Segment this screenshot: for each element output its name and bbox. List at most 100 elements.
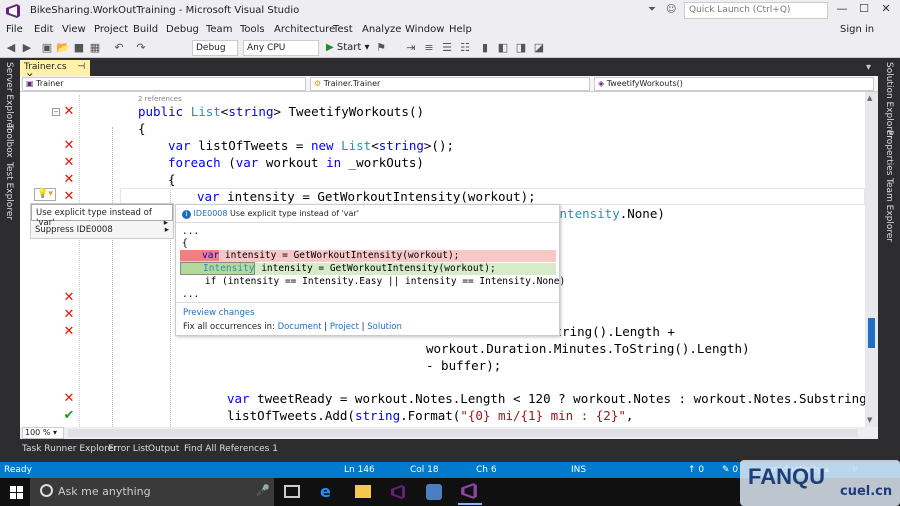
save-icon[interactable]: ■: [72, 41, 86, 55]
window-title: BikeSharing.WorkOutTraining - Microsoft …: [30, 5, 300, 16]
start-button[interactable]: ▶ Start ▾: [326, 42, 370, 53]
close-button[interactable]: ✕: [876, 2, 896, 20]
undo-icon[interactable]: ↶: [112, 41, 126, 55]
save-all-icon[interactable]: ▦: [88, 41, 102, 55]
menu-debug[interactable]: Debug: [166, 24, 199, 35]
forward-icon[interactable]: ▶: [20, 41, 34, 55]
scroll-up-icon[interactable]: ▲: [867, 94, 872, 102]
cortana-icon: [40, 484, 53, 497]
windows-start-icon[interactable]: [10, 486, 23, 499]
new-project-icon[interactable]: ▣: [40, 41, 54, 55]
lightbulb-button[interactable]: 💡▾: [34, 188, 56, 201]
tool-window-tabs: Task Runner Explorer Error List Output F…: [20, 441, 878, 457]
open-file-icon[interactable]: 📂: [56, 41, 70, 55]
config-combo[interactable]: Debug: [192, 40, 238, 56]
comment-icon[interactable]: ☰: [440, 41, 454, 55]
filter-icon[interactable]: ⏷: [648, 4, 656, 15]
minimize-button[interactable]: —: [832, 2, 852, 20]
platform-combo[interactable]: Any CPU: [243, 40, 319, 56]
file-explorer-icon[interactable]: [355, 485, 371, 498]
code-line: string().Length +: [547, 324, 675, 339]
left-side-panel: Server Explorer Toolbox Test Explorer: [0, 58, 18, 441]
solution-explorer-tab[interactable]: Solution Explorer: [884, 62, 894, 139]
project-combo[interactable]: ▣ Trainer: [22, 77, 306, 91]
bookmark-prev-icon[interactable]: ◧: [496, 41, 510, 55]
status-changes[interactable]: ✎ 0: [722, 465, 738, 475]
menu-view[interactable]: View: [62, 24, 86, 35]
menu-item-suppress[interactable]: Suppress IDE0008 ▸: [31, 222, 173, 238]
vertical-scrollbar[interactable]: ▲ ▼: [865, 92, 878, 427]
menu-edit[interactable]: Edit: [34, 24, 53, 35]
menu-item-use-explicit-type[interactable]: Use explicit type instead of 'var' ▸: [31, 204, 173, 228]
quick-launch-input[interactable]: Quick Launch (Ctrl+Q): [684, 2, 828, 19]
bookmark-next-icon[interactable]: ◨: [514, 41, 528, 55]
preview-changes-link[interactable]: Preview changes: [183, 308, 255, 318]
bookmark-icon[interactable]: ▮: [478, 41, 492, 55]
team-explorer-tab[interactable]: Team Explorer: [884, 178, 894, 242]
code-line: var tweetReady = workout.Notes.Length < …: [227, 391, 865, 406]
uncomment-icon[interactable]: ☷: [458, 41, 472, 55]
menu-build[interactable]: Build: [133, 24, 158, 35]
menu-window[interactable]: Window: [405, 24, 444, 35]
server-explorer-tab[interactable]: Server Explorer: [4, 62, 14, 132]
microphone-icon[interactable]: 🎤: [256, 484, 270, 497]
diagnostic-id-link[interactable]: IDE0008: [194, 209, 228, 218]
tab-dropdown-icon[interactable]: ▾: [866, 62, 871, 73]
visual-studio-logo-icon: [6, 4, 20, 18]
menu-test[interactable]: Test: [333, 24, 353, 35]
maximize-button[interactable]: ☐: [854, 2, 874, 20]
visual-studio-taskbar-icon[interactable]: [390, 484, 406, 500]
test-explorer-tab[interactable]: Test Explorer: [4, 162, 14, 220]
step-icon[interactable]: ⇥: [404, 41, 418, 55]
collapse-icon[interactable]: −: [52, 108, 60, 116]
status-push[interactable]: ↑ 0: [688, 465, 704, 475]
bookmark-clear-icon[interactable]: ◪: [532, 41, 546, 55]
fix-document-link[interactable]: Document: [278, 322, 322, 332]
menu-architecture[interactable]: Architecture: [274, 24, 335, 35]
menu-tools[interactable]: Tools: [240, 24, 265, 35]
code-line: - buffer);: [426, 358, 502, 373]
back-icon[interactable]: ◀: [4, 41, 18, 55]
toolbox-tab[interactable]: Toolbox: [4, 124, 14, 158]
fix-solution-link[interactable]: Solution: [367, 322, 402, 332]
preview-line: ...: [182, 289, 200, 300]
class-combo[interactable]: ⚙ Trainer.Trainer: [310, 77, 590, 91]
fix-project-link[interactable]: Project: [330, 322, 359, 332]
horizontal-scrollbar[interactable]: [68, 429, 858, 437]
status-ready: Ready: [4, 465, 32, 475]
pencil-icon: ✎: [722, 465, 730, 475]
task-runner-tab[interactable]: Task Runner Explorer: [22, 444, 117, 454]
menu-file[interactable]: File: [6, 24, 23, 35]
app-icon[interactable]: [426, 484, 442, 500]
visual-studio-active-taskbar-icon[interactable]: [460, 482, 478, 500]
align-icon[interactable]: ≡: [422, 41, 436, 55]
cortana-search-box[interactable]: Ask me anything 🎤: [30, 478, 274, 506]
find-references-tab[interactable]: Find All References 1: [184, 444, 278, 454]
menu-analyze[interactable]: Analyze: [362, 24, 401, 35]
pin-icon[interactable]: ⊣: [77, 62, 85, 72]
scroll-down-icon[interactable]: ▼: [867, 416, 872, 424]
sign-in-link[interactable]: Sign in: [840, 24, 874, 35]
preview-line: ...: [182, 226, 200, 237]
menu-help[interactable]: Help: [449, 24, 472, 35]
added-type: Intensity: [203, 263, 255, 274]
feedback-icon[interactable]: ☺: [666, 4, 676, 15]
member-combo[interactable]: ◈ TweetifyWorkouts(): [594, 77, 874, 91]
menu-project[interactable]: Project: [94, 24, 128, 35]
document-tab[interactable]: Trainer.cs ⊣ ✕: [20, 60, 90, 82]
error-marker-icon: ✕: [63, 138, 75, 153]
references-codelens[interactable]: 2 references: [138, 95, 182, 103]
code-line: {: [138, 121, 146, 136]
menu-team[interactable]: Team: [206, 24, 232, 35]
error-list-tab[interactable]: Error List: [108, 444, 149, 454]
properties-tab[interactable]: Properties: [884, 130, 894, 175]
scroll-thumb[interactable]: [868, 318, 875, 348]
toolbar: ◀ ▶ ▣ 📂 ■ ▦ ↶ ↷ Debug Any CPU ▶ Start ▾ …: [0, 38, 900, 58]
output-tab[interactable]: Output: [148, 444, 179, 454]
edge-icon[interactable]: e: [320, 482, 331, 501]
redo-icon[interactable]: ↷: [134, 41, 148, 55]
error-marker-icon: ✕: [63, 307, 75, 322]
attach-icon[interactable]: ⚑: [374, 41, 388, 55]
task-view-icon[interactable]: [284, 485, 300, 498]
zoom-combo[interactable]: 100 % ▾: [22, 427, 64, 439]
